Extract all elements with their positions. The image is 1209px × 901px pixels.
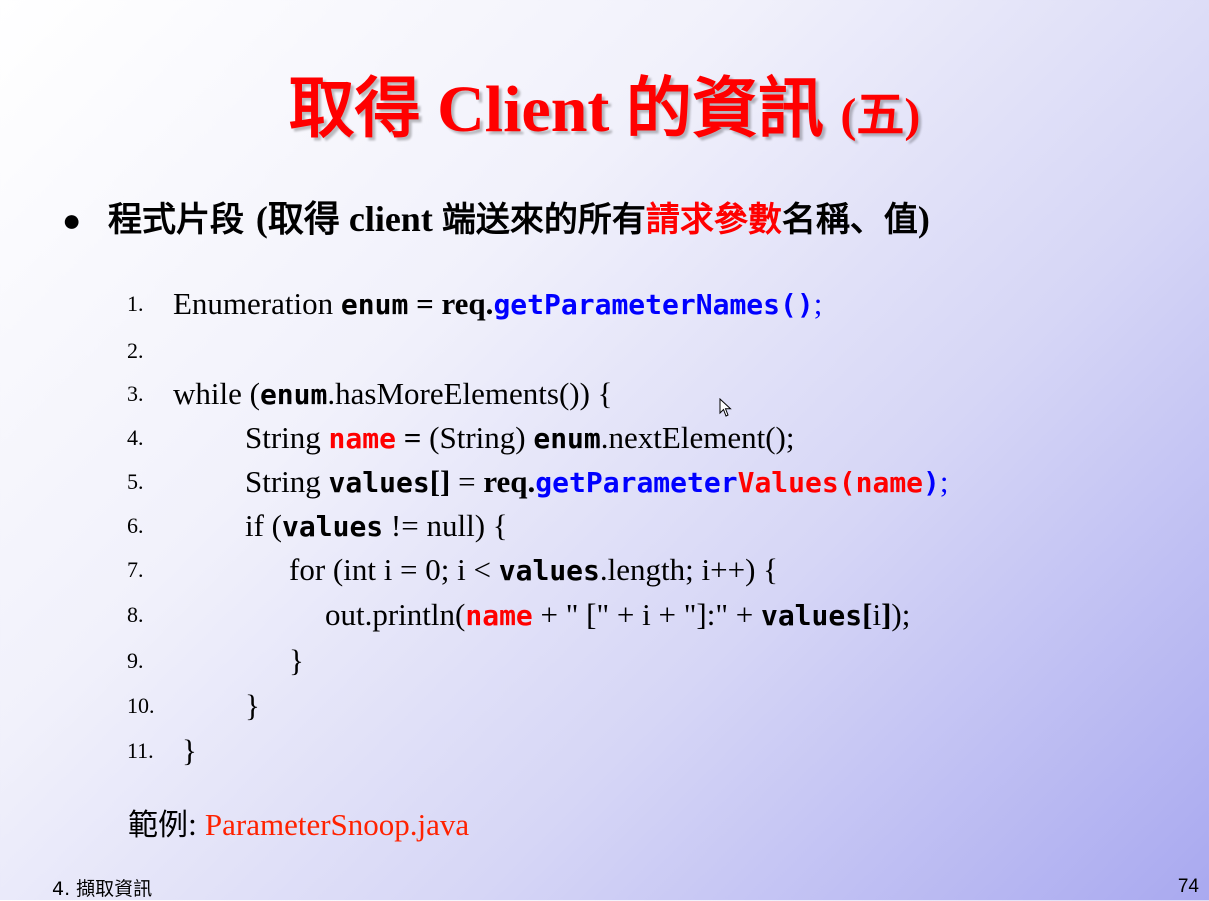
code-token: = bbox=[458, 464, 484, 499]
code-token-values: values bbox=[328, 466, 430, 499]
code-token-values: values bbox=[498, 554, 600, 587]
code-text: String name = (String) enum.nextElement(… bbox=[245, 416, 794, 461]
footer-section-title: 4. 擷取資訊 bbox=[52, 878, 153, 900]
bullet-point: ● 程式片段 (取得 client 端送來的所有請求參數名稱、值) bbox=[62, 190, 930, 242]
code-token-enum: enum bbox=[259, 378, 328, 411]
bullet-paren-close: ) bbox=[917, 199, 930, 239]
line-number: 9. bbox=[127, 648, 144, 673]
code-token: while ( bbox=[173, 376, 260, 411]
code-token: (String) bbox=[429, 420, 534, 455]
code-token: String bbox=[245, 420, 329, 455]
code-token: i bbox=[872, 597, 882, 632]
code-token-values: values bbox=[760, 599, 863, 632]
line-number: 10. bbox=[127, 693, 155, 718]
example-reference: 範例: ParameterSnoop.java bbox=[128, 800, 469, 844]
code-token: for (int i = 0; i < bbox=[289, 552, 499, 587]
code-token: String bbox=[245, 464, 329, 499]
code-token-values: values bbox=[282, 510, 384, 543]
slide-title: 取得 Client 的資訊 (五) bbox=[0, 55, 1209, 151]
code-token: = bbox=[395, 420, 430, 455]
code-text: } bbox=[289, 643, 304, 678]
line-number: 11. bbox=[127, 738, 154, 763]
code-token: [] bbox=[429, 464, 459, 499]
line-number: 6. bbox=[127, 513, 144, 538]
line-number: 3. bbox=[127, 381, 144, 406]
slide-title-paren: (五) bbox=[840, 89, 921, 142]
code-token: .length; i++) { bbox=[599, 552, 779, 587]
page-number: 74 bbox=[1177, 876, 1199, 897]
line-number: 4. bbox=[127, 425, 144, 450]
code-token: ; bbox=[813, 286, 823, 321]
code-token-name: name bbox=[465, 599, 533, 632]
line-number: 2. bbox=[127, 338, 144, 363]
code-token: != null) { bbox=[383, 508, 508, 543]
example-file-link[interactable]: ParameterSnoop.java bbox=[205, 807, 469, 842]
code-text: } bbox=[182, 733, 197, 768]
bullet-text-highlight: 請求參數 bbox=[645, 200, 782, 240]
mouse-pointer-icon bbox=[719, 398, 732, 417]
line-number: 8. bbox=[127, 602, 144, 627]
code-token-enum: enum bbox=[533, 422, 601, 455]
slide-title-main: 取得 Client 的資訊 bbox=[288, 73, 841, 146]
code-text: out.println(name + " [" + i + "]:" + val… bbox=[325, 593, 910, 638]
code-token-method-part: Values bbox=[737, 466, 839, 499]
code-token: if ( bbox=[245, 508, 283, 543]
bullet-dot-icon: ● bbox=[62, 202, 82, 238]
line-number: 7. bbox=[127, 557, 144, 582]
code-token-name: name bbox=[855, 466, 924, 499]
code-token-enum: enum bbox=[340, 288, 409, 321]
code-token-method: getParameterNames() bbox=[493, 288, 814, 321]
code-text: Enumeration enum = req.getParameterNames… bbox=[173, 282, 822, 327]
bullet-text-1: 程式片段 bbox=[108, 200, 256, 240]
code-token: Enumeration bbox=[173, 286, 341, 321]
example-colon: : bbox=[188, 806, 205, 842]
code-token: out.println( bbox=[325, 597, 466, 632]
code-token: ) bbox=[923, 466, 940, 499]
code-text: } bbox=[245, 688, 260, 723]
code-token: .hasMoreElements()) { bbox=[327, 376, 613, 411]
bullet-client: client bbox=[348, 199, 442, 239]
code-token: ] bbox=[881, 597, 892, 632]
code-token: .nextElement(); bbox=[600, 420, 795, 455]
code-token: ); bbox=[891, 597, 911, 632]
code-token: [ bbox=[862, 597, 873, 632]
code-text: while (enum.hasMoreElements()) { bbox=[173, 372, 613, 417]
code-text: String values[] = req.getParameterValues… bbox=[245, 460, 949, 505]
line-number: 1. bbox=[127, 291, 144, 316]
code-text: if (values != null) { bbox=[245, 504, 508, 549]
code-token: + " [" + i + "]:" + bbox=[532, 597, 761, 632]
code-token-name: name bbox=[328, 422, 396, 455]
code-token: ( bbox=[838, 466, 856, 499]
example-label: 範例 bbox=[128, 808, 188, 843]
code-token: = req. bbox=[408, 286, 494, 321]
line-number: 5. bbox=[127, 469, 144, 494]
bullet-paren-open: (取得 bbox=[255, 199, 349, 239]
code-text: for (int i = 0; i < values.length; i++) … bbox=[289, 548, 778, 593]
bullet-text-2: 端送來的所有 bbox=[441, 200, 646, 240]
code-token: ; bbox=[939, 464, 949, 499]
code-token: req. bbox=[483, 464, 536, 499]
code-token-method: getParameter bbox=[535, 466, 738, 499]
bullet-text-3: 名稱、值 bbox=[781, 200, 918, 240]
